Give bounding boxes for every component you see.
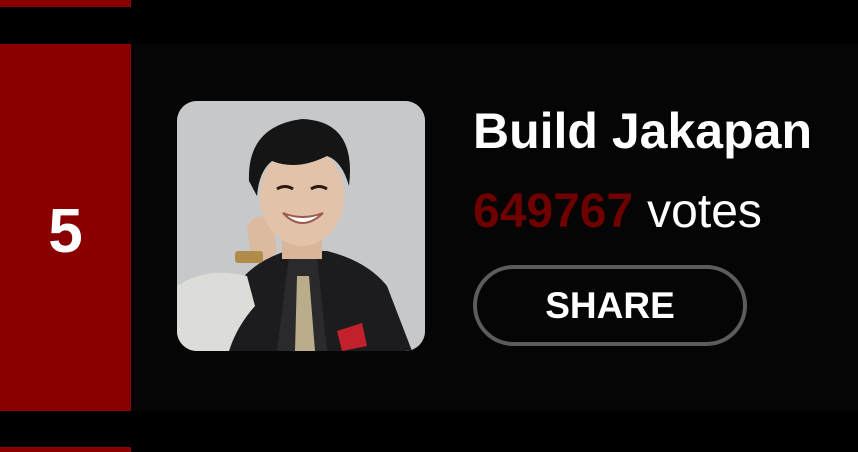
- ranking-entry-card: 5 Build Jakapan 649767 votes SHARE: [0, 44, 858, 411]
- vote-unit-label: votes: [647, 185, 762, 238]
- rank-number: 5: [48, 196, 83, 266]
- share-button[interactable]: SHARE: [473, 265, 747, 346]
- artist-photo: [177, 101, 425, 351]
- next-entry-rank-edge: [0, 447, 131, 452]
- vote-count: 649767: [473, 185, 634, 238]
- artist-name: Build Jakapan: [473, 103, 812, 159]
- rank-badge: 5: [0, 44, 131, 411]
- previous-entry-rank-edge: [0, 0, 131, 7]
- vote-count-line: 649767 votes: [473, 188, 762, 236]
- artist-photo-illustration: [177, 101, 425, 351]
